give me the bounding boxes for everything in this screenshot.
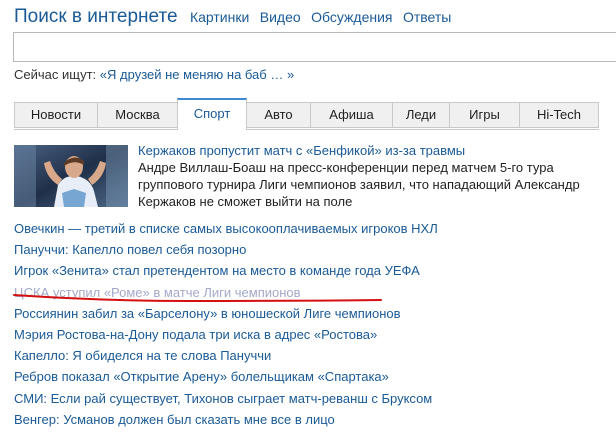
tab-afisha[interactable]: Афиша — [310, 102, 392, 128]
list-item: Венгер: Усманов должен был сказать мне в… — [14, 411, 438, 432]
list-item: Мэрия Ростова-на-Дону подала три иска в … — [14, 326, 438, 347]
featured-summary: Андре Виллаш-Боаш на пресс-конференции п… — [138, 160, 580, 209]
featured-headline[interactable]: Кержаков пропустит матч с «Бенфикой» из-… — [138, 143, 465, 158]
featured-photo[interactable] — [14, 145, 128, 207]
news-tabs: Новости Москва Спорт Авто Афиша Леди Игр… — [14, 98, 599, 130]
list-item: Овечкин — третий в списке самых высокооп… — [14, 220, 438, 241]
featured-news: Кержаков пропустит матч с «Бенфикой» из-… — [14, 143, 604, 211]
search-input[interactable] — [14, 33, 616, 61]
news-link[interactable]: Россиянин забил за «Барселону» в юношеск… — [14, 306, 401, 321]
list-item: Игрок «Зенита» стал претендентом на мест… — [14, 262, 438, 283]
news-link[interactable]: Капелло: Я обиделся на те слова Пануччи — [14, 348, 271, 363]
trending-label: Сейчас ищут: — [14, 67, 97, 82]
tab-games[interactable]: Игры — [449, 102, 519, 128]
list-item: Пануччи: Капелло повел себя позорно — [14, 241, 438, 262]
vertical-link-discussions[interactable]: Обсуждения — [311, 9, 392, 25]
news-link[interactable]: Овечкин — третий в списке самых высокооп… — [14, 221, 438, 236]
vertical-link-answers[interactable]: Ответы — [403, 9, 451, 25]
list-item: Россиянин забил за «Барселону» в юношеск… — [14, 305, 438, 326]
news-list: Овечкин — третий в списке самых высокооп… — [14, 220, 438, 432]
tab-sport[interactable]: Спорт — [177, 98, 247, 130]
trending-searches: Сейчас ищут: «Я друзей не меняю на баб …… — [14, 67, 294, 82]
vertical-link-video[interactable]: Видео — [260, 9, 301, 25]
tab-auto[interactable]: Авто — [247, 102, 310, 128]
news-link[interactable]: Мэрия Ростова-на-Дону подала три иска в … — [14, 327, 377, 342]
news-link[interactable]: Пануччи: Капелло повел себя позорно — [14, 242, 246, 257]
news-link[interactable]: СМИ: Если рай существует, Тихонов сыграе… — [14, 391, 432, 406]
news-link[interactable]: Игрок «Зенита» стал претендентом на мест… — [14, 263, 420, 278]
search-box — [13, 32, 616, 62]
vertical-link-images[interactable]: Картинки — [190, 9, 249, 25]
trending-query-link[interactable]: «Я друзей не меняю на баб … » — [100, 67, 294, 82]
list-item: Ребров показал «Открытие Арену» болельщи… — [14, 368, 438, 389]
list-item: СМИ: Если рай существует, Тихонов сыграе… — [14, 390, 438, 411]
tab-lady[interactable]: Леди — [392, 102, 449, 128]
red-underline-annotation — [13, 294, 382, 303]
search-header: Поиск в интернете Картинки Видео Обсужде… — [14, 6, 457, 34]
news-link[interactable]: Ребров показал «Открытие Арену» болельщи… — [14, 369, 389, 384]
list-item: Капелло: Я обиделся на те слова Пануччи — [14, 347, 438, 368]
news-link[interactable]: Венгер: Усманов должен был сказать мне в… — [14, 412, 335, 427]
tab-hitech[interactable]: Hi-Tech — [519, 102, 599, 128]
search-title[interactable]: Поиск в интернете — [14, 6, 178, 27]
tab-news[interactable]: Новости — [14, 102, 97, 128]
tab-moscow[interactable]: Москва — [97, 102, 177, 128]
